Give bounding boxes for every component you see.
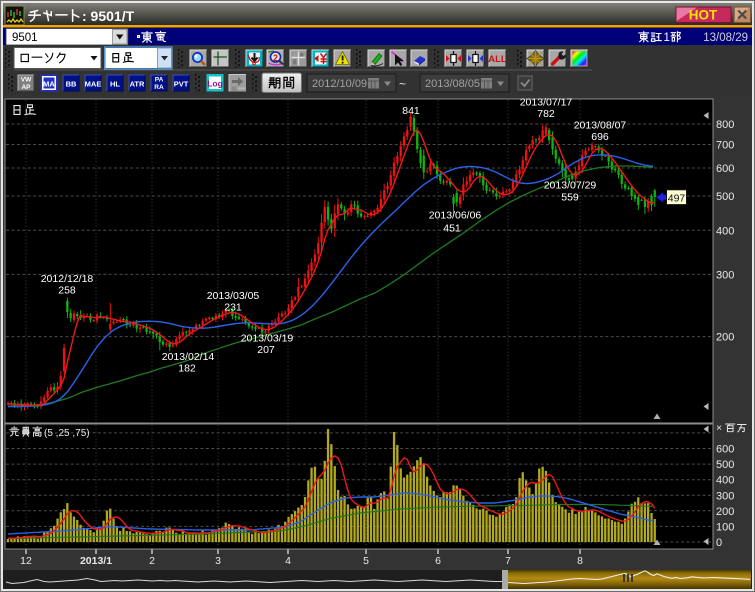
svg-text:VW: VW bbox=[21, 77, 32, 84]
svg-text:: 9501/T: : 9501/T bbox=[82, 8, 135, 24]
svg-text:182: 182 bbox=[178, 363, 196, 375]
svg-text:8: 8 bbox=[577, 555, 583, 567]
svg-text:BB: BB bbox=[66, 80, 77, 89]
svg-text:800: 800 bbox=[716, 119, 734, 131]
svg-text:451: 451 bbox=[443, 223, 461, 235]
svg-text:AP: AP bbox=[21, 84, 31, 91]
svg-text:2013/07/17: 2013/07/17 bbox=[520, 97, 573, 109]
svg-text:7: 7 bbox=[505, 555, 511, 567]
svg-text:207: 207 bbox=[257, 344, 275, 356]
svg-text:MAE: MAE bbox=[85, 80, 102, 89]
svg-text:300: 300 bbox=[716, 269, 734, 281]
svg-text:2013/08/07: 2013/08/07 bbox=[574, 120, 627, 132]
svg-text:MA: MA bbox=[43, 80, 55, 89]
svg-text:PA: PA bbox=[155, 77, 164, 84]
svg-text:9501: 9501 bbox=[12, 32, 38, 44]
svg-text:500: 500 bbox=[716, 459, 734, 471]
svg-text:700: 700 bbox=[716, 140, 734, 152]
svg-text:HOT: HOT bbox=[689, 8, 718, 23]
svg-text:100: 100 bbox=[716, 521, 734, 533]
svg-text:200: 200 bbox=[716, 332, 734, 344]
svg-text:13/08/29: 13/08/29 bbox=[703, 32, 748, 44]
svg-text:231: 231 bbox=[224, 302, 242, 314]
svg-text:×: × bbox=[716, 422, 722, 434]
svg-text:782: 782 bbox=[537, 108, 555, 120]
svg-text:3: 3 bbox=[215, 555, 221, 567]
svg-text:2013/08/05: 2013/08/05 bbox=[425, 78, 480, 90]
svg-text:2012/12/18: 2012/12/18 bbox=[41, 273, 94, 285]
svg-text:PVT: PVT bbox=[174, 80, 189, 89]
svg-text:1: 1 bbox=[664, 32, 670, 44]
svg-text:2013/03/05: 2013/03/05 bbox=[207, 290, 260, 302]
svg-text:HL: HL bbox=[110, 80, 120, 89]
svg-text:2: 2 bbox=[273, 53, 278, 63]
svg-text:300: 300 bbox=[716, 490, 734, 502]
svg-text:600: 600 bbox=[716, 444, 734, 456]
svg-text:500: 500 bbox=[716, 191, 734, 203]
svg-text:2012/10/09: 2012/10/09 bbox=[312, 78, 367, 90]
svg-text:ALL: ALL bbox=[488, 54, 507, 65]
svg-text:2013/07/29: 2013/07/29 bbox=[544, 180, 597, 192]
svg-text:696: 696 bbox=[591, 131, 609, 143]
svg-text:841: 841 bbox=[402, 105, 420, 117]
svg-text:600: 600 bbox=[716, 163, 734, 175]
svg-text:(5 ,25 ,75): (5 ,25 ,75) bbox=[44, 428, 90, 439]
svg-text:6: 6 bbox=[435, 555, 441, 567]
svg-text:400: 400 bbox=[716, 475, 734, 487]
svg-text:5: 5 bbox=[363, 555, 369, 567]
svg-text:559: 559 bbox=[561, 192, 579, 204]
svg-text:497: 497 bbox=[668, 192, 686, 204]
svg-text:258: 258 bbox=[58, 285, 76, 297]
svg-text:400: 400 bbox=[716, 225, 734, 237]
svg-text:2013/03/19: 2013/03/19 bbox=[241, 333, 294, 345]
svg-text:4: 4 bbox=[285, 555, 291, 567]
svg-text:0: 0 bbox=[716, 537, 722, 549]
svg-text:RA: RA bbox=[154, 84, 164, 91]
svg-text:2: 2 bbox=[149, 555, 155, 567]
svg-text:2013/1: 2013/1 bbox=[80, 555, 112, 567]
svg-text:~: ~ bbox=[399, 77, 406, 91]
svg-text:2013/06/06: 2013/06/06 bbox=[429, 210, 482, 222]
svg-text:2013/02/14: 2013/02/14 bbox=[162, 351, 215, 363]
svg-text:12: 12 bbox=[20, 555, 32, 567]
svg-text:ATR: ATR bbox=[130, 80, 145, 89]
svg-text:200: 200 bbox=[716, 506, 734, 518]
svg-text:Log: Log bbox=[207, 79, 223, 89]
